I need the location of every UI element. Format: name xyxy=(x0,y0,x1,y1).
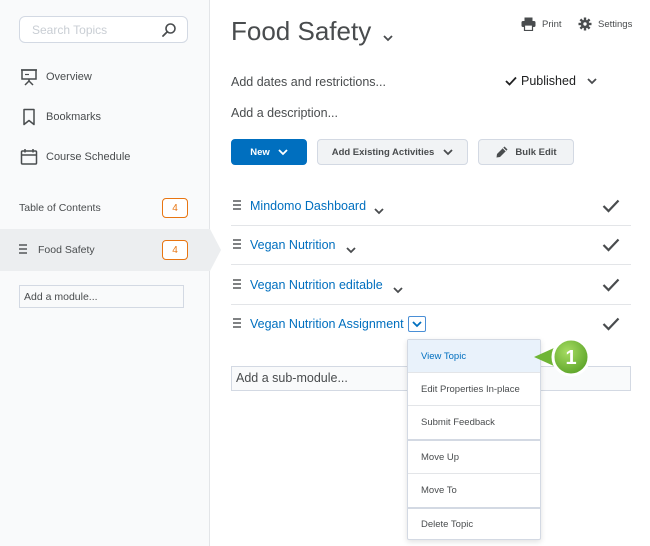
chevron-down-icon xyxy=(278,148,288,156)
chevron-down-icon[interactable] xyxy=(383,18,393,49)
drag-handle-icon[interactable] xyxy=(233,276,241,294)
module-count-badge: 4 xyxy=(162,240,188,260)
add-module-input[interactable]: Add a module... xyxy=(19,285,184,308)
checkmark-icon xyxy=(602,199,620,218)
bookmark-icon xyxy=(19,108,39,126)
drag-handle-icon[interactable] xyxy=(19,244,27,257)
topic-link[interactable]: Vegan Nutrition xyxy=(250,238,335,252)
table-of-contents-item[interactable]: Table of Contents 4 xyxy=(0,198,210,218)
menu-item-delete-topic[interactable]: Delete Topic xyxy=(408,509,540,539)
add-dates-link[interactable]: Add dates and restrictions... xyxy=(231,75,386,89)
sidebar-item-bookmarks[interactable]: Bookmarks xyxy=(19,106,101,128)
checkmark-icon xyxy=(602,317,620,336)
chevron-down-icon[interactable] xyxy=(346,241,356,259)
topic-row: Vegan Nutrition editable xyxy=(231,265,631,305)
checkmark-icon xyxy=(602,278,620,297)
topic-link[interactable]: Vegan Nutrition editable xyxy=(250,278,383,292)
table-of-contents-label: Table of Contents xyxy=(19,202,101,214)
step-number: 1 xyxy=(565,347,576,369)
topic-context-menu: View Topic Edit Properties In-place Subm… xyxy=(407,339,541,540)
presentation-icon xyxy=(19,68,39,86)
sidebar-item-label: Overview xyxy=(46,71,92,83)
toc-count-badge: 4 xyxy=(162,198,188,218)
sidebar-item-course-schedule[interactable]: Course Schedule xyxy=(19,146,130,168)
calendar-icon xyxy=(19,148,39,166)
topic-context-menu-button[interactable] xyxy=(408,316,426,332)
checkmark-icon xyxy=(602,238,620,257)
chevron-down-icon xyxy=(587,77,597,85)
print-label: Print xyxy=(542,18,562,30)
print-button[interactable]: Print xyxy=(521,17,562,31)
menu-item-submit-feedback[interactable]: Submit Feedback xyxy=(408,406,540,439)
menu-item-move-up[interactable]: Move Up xyxy=(408,441,540,474)
page-title-text: Food Safety xyxy=(231,16,372,46)
gear-icon xyxy=(578,17,592,31)
menu-item-move-to[interactable]: Move To xyxy=(408,474,540,507)
new-button[interactable]: New xyxy=(231,139,307,165)
topic-row: Vegan Nutrition xyxy=(231,225,631,265)
page-title: Food Safety xyxy=(231,14,393,49)
chevron-down-icon xyxy=(408,316,426,332)
active-indicator xyxy=(210,229,221,271)
drag-handle-icon[interactable] xyxy=(233,197,241,215)
checkmark-icon xyxy=(505,76,517,86)
drag-handle-icon[interactable] xyxy=(233,315,241,333)
step-callout: 1 xyxy=(532,337,594,386)
search-input[interactable]: Search Topics xyxy=(19,16,188,43)
pencil-icon xyxy=(495,145,509,159)
add-description-link[interactable]: Add a description... xyxy=(231,106,338,120)
menu-item-edit-properties[interactable]: Edit Properties In-place xyxy=(408,373,540,406)
drag-handle-icon[interactable] xyxy=(233,236,241,254)
topic-link[interactable]: Vegan Nutrition Assignment xyxy=(250,317,404,331)
module-label: Food Safety xyxy=(38,244,95,256)
sidebar: Search Topics Overview Bookmarks Course … xyxy=(0,0,221,546)
sidebar-item-label: Course Schedule xyxy=(46,151,131,163)
printer-icon xyxy=(521,17,536,31)
add-existing-activities-button[interactable]: Add Existing Activities xyxy=(317,139,468,165)
search-placeholder: Search Topics xyxy=(32,23,108,37)
chevron-down-icon[interactable] xyxy=(393,281,403,299)
topic-link[interactable]: Mindomo Dashboard xyxy=(250,199,366,213)
search-icon[interactable] xyxy=(161,22,177,43)
publish-status-label: Published xyxy=(521,74,576,88)
menu-item-view-topic[interactable]: View Topic xyxy=(408,340,540,373)
bulk-edit-button[interactable]: Bulk Edit xyxy=(478,139,574,165)
sidebar-item-food-safety[interactable]: Food Safety 4 xyxy=(0,229,221,271)
settings-label: Settings xyxy=(598,18,633,30)
publish-status-dropdown[interactable]: Published xyxy=(505,74,597,88)
add-existing-label: Add Existing Activities xyxy=(331,146,435,158)
sidebar-item-overview[interactable]: Overview xyxy=(19,66,92,88)
sidebar-item-label: Bookmarks xyxy=(46,111,102,123)
topic-row: Mindomo Dashboard xyxy=(231,186,631,226)
chevron-down-icon xyxy=(443,148,453,156)
chevron-down-icon[interactable] xyxy=(374,202,384,220)
bulk-edit-label: Bulk Edit xyxy=(515,146,557,158)
new-button-label: New xyxy=(250,146,270,158)
settings-button[interactable]: Settings xyxy=(578,17,632,31)
